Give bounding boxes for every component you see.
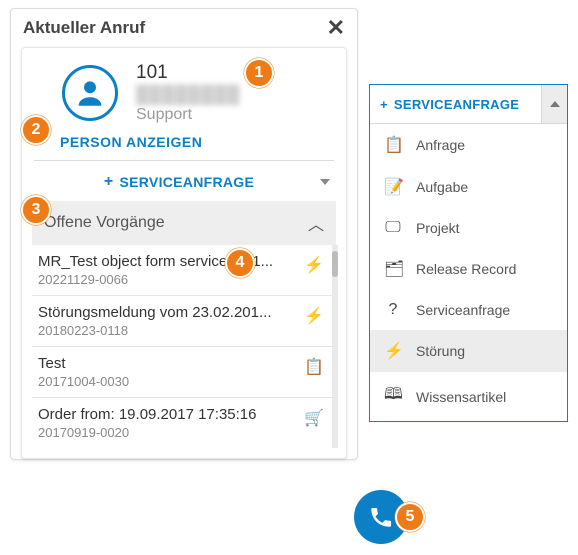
ticket-list: MR_Test object form service 29.1... 2022… bbox=[32, 245, 336, 448]
menu-item-label: Anfrage bbox=[416, 137, 465, 153]
ticket-title: Test bbox=[38, 355, 306, 372]
close-icon[interactable]: ✕ bbox=[327, 17, 345, 39]
ticket-id: 20180223-0118 bbox=[38, 323, 306, 338]
caller-name: ████████ bbox=[136, 85, 240, 105]
ticket-row[interactable]: MR_Test object form service 29.1... 2022… bbox=[32, 245, 336, 296]
chevron-up-icon bbox=[550, 101, 560, 107]
call-card: 101 ████████ Support PERSON ANZEIGEN + S… bbox=[21, 47, 347, 459]
menu-header[interactable]: + SERVICEANFRAGE bbox=[370, 85, 567, 124]
menu-item-label: Release Record bbox=[416, 261, 516, 277]
widget-header: Aktueller Anruf ✕ bbox=[11, 9, 357, 43]
menu-item-label: Projekt bbox=[416, 220, 460, 236]
show-person-link[interactable]: PERSON ANZEIGEN bbox=[22, 130, 346, 160]
caller-row: 101 ████████ Support bbox=[22, 48, 346, 130]
ticket-title: Order from: 19.09.2017 17:35:16 bbox=[38, 406, 306, 423]
caller-department: Support bbox=[136, 106, 240, 124]
ticket-title: MR_Test object form service 29.1... bbox=[38, 253, 306, 270]
menu-item-aufgabe[interactable]: 📝 Aufgabe bbox=[370, 166, 567, 208]
callout-badge-5: 5 bbox=[395, 502, 425, 532]
service-request-label: SERVICEANFRAGE bbox=[120, 174, 255, 190]
plus-icon: + bbox=[380, 97, 388, 112]
bolt-icon: ⚡ bbox=[384, 341, 402, 361]
open-tickets-title: Offene Vorgänge bbox=[44, 214, 165, 232]
open-tickets-header[interactable]: Offene Vorgänge ︿ bbox=[32, 201, 336, 245]
ticket-row[interactable]: Test 20171004-0030 📋 bbox=[32, 347, 336, 398]
bolt-icon: ⚡ bbox=[304, 255, 324, 275]
phone-icon bbox=[368, 504, 394, 530]
service-request-menu: + SERVICEANFRAGE 📋 Anfrage 📝 Aufgabe 🖵 P… bbox=[369, 84, 568, 422]
collapse-button[interactable] bbox=[541, 85, 567, 123]
cart-icon: 🛒 bbox=[304, 408, 324, 428]
menu-item-projekt[interactable]: 🖵 Projekt bbox=[370, 208, 567, 248]
chevron-up-icon: ︿ bbox=[308, 211, 324, 235]
menu-item-label: Wissensartikel bbox=[416, 389, 506, 405]
ticket-row[interactable]: Order from: 19.09.2017 17:35:16 20170919… bbox=[32, 398, 336, 448]
question-icon: ? bbox=[384, 301, 402, 319]
ticket-id: 20221129-0066 bbox=[38, 272, 306, 287]
menu-item-label: Aufgabe bbox=[416, 179, 468, 195]
release-icon: 🗂 bbox=[384, 259, 402, 279]
avatar-icon bbox=[62, 65, 118, 121]
project-icon: 🖵 bbox=[384, 219, 402, 237]
clipboard-icon: 📋 bbox=[304, 357, 324, 377]
menu-item-serviceanfrage[interactable]: ? Serviceanfrage bbox=[370, 290, 567, 330]
menu-item-label: Störung bbox=[416, 343, 465, 359]
service-request-dropdown[interactable]: + SERVICEANFRAGE bbox=[22, 161, 346, 201]
menu-item-anfrage[interactable]: 📋 Anfrage bbox=[370, 124, 567, 166]
callout-badge-1: 1 bbox=[244, 58, 274, 88]
menu-item-wissensartikel[interactable]: 🕮 Wissensartikel bbox=[370, 372, 567, 421]
bolt-icon: ⚡ bbox=[304, 306, 324, 326]
callout-badge-4: 4 bbox=[225, 248, 255, 278]
caller-number: 101 bbox=[136, 62, 240, 84]
current-call-widget: Aktueller Anruf ✕ 101 ████████ Support P… bbox=[10, 8, 358, 460]
menu-header-label: SERVICEANFRAGE bbox=[394, 97, 519, 112]
chevron-down-icon bbox=[320, 179, 330, 185]
ticket-title: Störungsmeldung vom 23.02.201... bbox=[38, 304, 306, 321]
clipboard-icon: 📋 bbox=[384, 135, 402, 155]
menu-item-label: Serviceanfrage bbox=[416, 302, 510, 318]
ticket-id: 20170919-0020 bbox=[38, 425, 306, 440]
ticket-id: 20171004-0030 bbox=[38, 374, 306, 389]
knowledge-icon: 🕮 bbox=[384, 383, 402, 410]
callout-badge-3: 3 bbox=[21, 195, 51, 225]
menu-item-release-record[interactable]: 🗂 Release Record bbox=[370, 248, 567, 290]
task-icon: 📝 bbox=[384, 177, 402, 197]
callout-badge-2: 2 bbox=[21, 115, 51, 145]
plus-icon: + bbox=[104, 173, 114, 191]
menu-item-stoerung[interactable]: ⚡ Störung bbox=[370, 330, 567, 372]
widget-title: Aktueller Anruf bbox=[23, 18, 145, 38]
ticket-row[interactable]: Störungsmeldung vom 23.02.201... 2018022… bbox=[32, 296, 336, 347]
